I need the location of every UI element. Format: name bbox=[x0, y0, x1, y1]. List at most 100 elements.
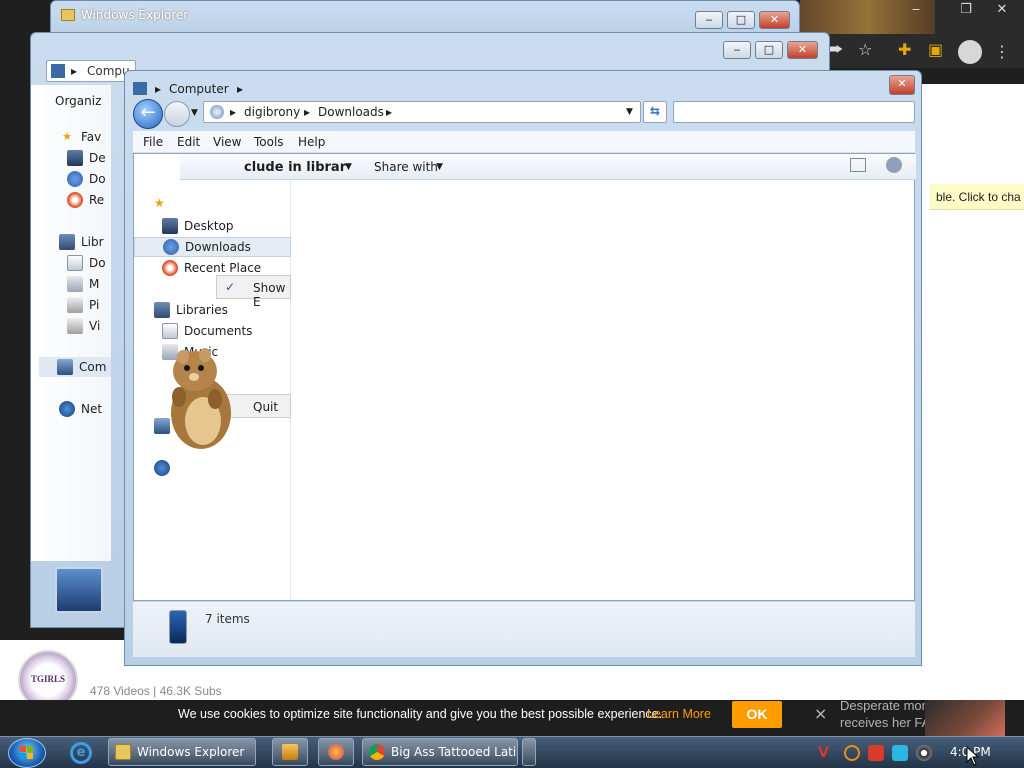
minimize-icon[interactable]: ‒ bbox=[904, 2, 928, 18]
close-button[interactable]: ✕ bbox=[787, 41, 818, 59]
taskbar-explorer-label: Windows Explorer bbox=[137, 745, 245, 759]
taskbar-windows-explorer[interactable]: Windows Explorer bbox=[108, 738, 256, 766]
computer-thumbnail-icon bbox=[55, 567, 103, 613]
taskbar-media-player[interactable] bbox=[272, 738, 308, 766]
breadcrumb-user[interactable]: digibrony bbox=[244, 105, 300, 119]
cookie-ok-button[interactable]: OK bbox=[732, 701, 782, 728]
user-folder-icon bbox=[210, 105, 224, 119]
window-title: Windows Explorer bbox=[81, 8, 189, 22]
address-dropdown-icon[interactable]: ▼ bbox=[626, 107, 633, 117]
item-count: 7 items bbox=[205, 612, 250, 626]
nav-documents[interactable]: Do bbox=[89, 256, 106, 270]
menu-edit[interactable]: Edit bbox=[177, 135, 200, 149]
nav-libraries[interactable]: Libr bbox=[81, 235, 104, 249]
taskbar-app[interactable] bbox=[318, 738, 354, 766]
tray-v-icon[interactable]: V bbox=[818, 745, 834, 761]
bookmark-star-icon[interactable]: ☆ bbox=[858, 40, 872, 59]
tray-volume-icon[interactable] bbox=[916, 745, 932, 761]
nav-computer[interactable]: Com bbox=[79, 360, 106, 374]
nav-documents[interactable]: Documents bbox=[184, 324, 252, 338]
nav-recent[interactable]: Re bbox=[89, 193, 104, 207]
maximize-button[interactable]: □ bbox=[755, 41, 783, 59]
details-pane: 7 items bbox=[133, 601, 915, 657]
minimize-button[interactable]: ‒ bbox=[723, 41, 751, 59]
menu-tools[interactable]: Tools bbox=[254, 135, 284, 149]
favorites-star-icon: ★ bbox=[154, 196, 165, 210]
computer-icon bbox=[133, 82, 147, 95]
refresh-icon[interactable]: ⇆ bbox=[643, 101, 667, 123]
close-icon[interactable]: ✕ bbox=[990, 2, 1014, 18]
downloads-icon bbox=[163, 239, 179, 255]
nav-downloads[interactable]: Downloads bbox=[185, 240, 251, 254]
computer-icon bbox=[57, 359, 73, 375]
computer-icon bbox=[51, 64, 65, 78]
file-list[interactable] bbox=[292, 180, 912, 600]
info-bar-text: ble. Click to cha bbox=[936, 190, 1021, 204]
search-input[interactable] bbox=[673, 101, 915, 123]
nav-videos[interactable]: Vi bbox=[89, 319, 100, 333]
share-with-button[interactable]: Share with bbox=[374, 160, 438, 174]
breadcrumb-computer[interactable]: Computer bbox=[169, 82, 229, 96]
checkmark-icon: ✓ bbox=[225, 280, 236, 294]
reading-list-icon[interactable]: ▣ bbox=[928, 40, 943, 59]
recent-places-icon bbox=[67, 192, 83, 208]
favorites-star-icon: ★ bbox=[62, 130, 72, 143]
menu-file[interactable]: File bbox=[143, 135, 163, 149]
close-button[interactable]: ✕ bbox=[759, 11, 790, 29]
profile-avatar-icon[interactable] bbox=[958, 40, 982, 64]
info-bar[interactable]: ble. Click to cha bbox=[930, 184, 1024, 210]
taskbar-chrome[interactable]: Big Ass Tattooed Lati... bbox=[362, 738, 518, 766]
menu-kebab-icon[interactable]: ⋮ bbox=[994, 42, 1010, 61]
nav-downloads[interactable]: Do bbox=[89, 172, 106, 186]
menu-bar: File Edit View Tools Help bbox=[133, 131, 915, 153]
minimize-button[interactable]: ‒ bbox=[695, 11, 723, 29]
context-quit-label: Quit bbox=[253, 400, 279, 414]
context-menu-item[interactable]: ✓ Show E bbox=[216, 275, 291, 309]
nav-music[interactable]: M bbox=[89, 277, 99, 291]
forward-arrow-icon[interactable] bbox=[164, 101, 190, 127]
nav-network[interactable]: Net bbox=[81, 402, 102, 416]
nav-favorites[interactable]: Fav bbox=[81, 130, 101, 144]
internet-explorer-icon[interactable]: e bbox=[70, 742, 92, 764]
back-arrow-icon[interactable]: ← bbox=[133, 99, 163, 129]
cookie-message: We use cookies to optimize site function… bbox=[178, 707, 663, 721]
cookie-close-icon[interactable]: × bbox=[814, 704, 827, 723]
extension-icon[interactable]: ✚ bbox=[898, 40, 911, 59]
context-show-label: Show E bbox=[253, 281, 286, 309]
network-icon bbox=[59, 401, 75, 417]
tray-search-icon[interactable] bbox=[844, 745, 860, 761]
ad-thumbnail[interactable] bbox=[925, 700, 1005, 736]
recent-pages-chevron-icon[interactable]: ▼ bbox=[191, 108, 198, 118]
maximize-icon[interactable]: ❐ bbox=[954, 2, 978, 18]
nav-recent-places[interactable]: Recent Place bbox=[184, 261, 261, 275]
taskbar-extra[interactable] bbox=[522, 738, 536, 766]
nav-desktop[interactable]: De bbox=[89, 151, 106, 165]
desktop-icon bbox=[162, 218, 178, 234]
channel-logo-text: TGIRLS bbox=[30, 674, 65, 684]
top-breadcrumb: ▸ Computer ▸ bbox=[133, 81, 893, 99]
menu-view[interactable]: View bbox=[213, 135, 241, 149]
breadcrumb-downloads[interactable]: Downloads bbox=[318, 105, 384, 119]
breadcrumb-arrow-icon: ▸ bbox=[304, 105, 311, 119]
folder-icon bbox=[61, 9, 75, 21]
mouse-cursor-icon bbox=[966, 746, 980, 766]
tray-network-icon[interactable] bbox=[892, 745, 908, 761]
address-bar[interactable]: ▸ Compu bbox=[46, 60, 136, 82]
content-area: clude in librar ▼ Share with ▼ ★ Desktop… bbox=[133, 153, 916, 601]
menu-help[interactable]: Help bbox=[298, 135, 325, 149]
nav-desktop[interactable]: Desktop bbox=[184, 219, 234, 233]
help-icon[interactable] bbox=[886, 157, 902, 173]
start-button[interactable] bbox=[8, 738, 46, 768]
include-in-library-button[interactable]: clude in librar bbox=[244, 160, 346, 175]
windows-logo-icon bbox=[20, 746, 33, 759]
nav-pictures[interactable]: Pi bbox=[89, 298, 99, 312]
nav-libraries[interactable]: Libraries bbox=[176, 303, 228, 317]
learn-more-link[interactable]: Learn More bbox=[647, 707, 711, 721]
breadcrumb-arrow-icon: ▸ bbox=[386, 105, 393, 119]
organize-button[interactable]: Organiz bbox=[55, 94, 101, 108]
maximize-button[interactable]: □ bbox=[727, 11, 755, 29]
preview-pane-icon[interactable] bbox=[850, 158, 866, 172]
share-icon[interactable]: ⮫ bbox=[828, 40, 843, 60]
address-bar[interactable]: ▸ digibrony ▸ Downloads ▸ ▼ bbox=[203, 101, 641, 123]
tray-flag-icon[interactable] bbox=[868, 745, 884, 761]
